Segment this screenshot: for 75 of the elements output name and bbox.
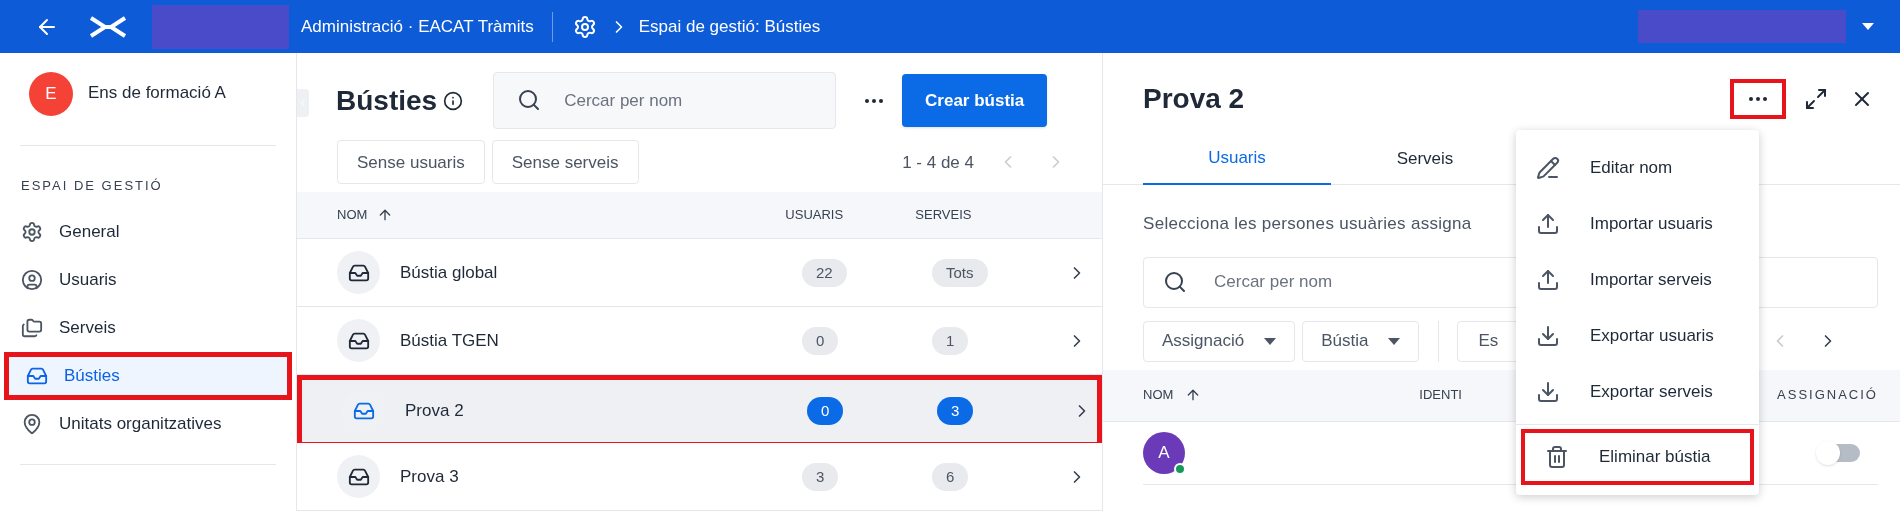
organization-avatar: E — [29, 72, 73, 116]
create-button[interactable]: Crear bústia — [902, 74, 1048, 127]
table-row[interactable]: Bústia global 22 Tots — [297, 239, 1102, 307]
breadcrumb: Espai de gestió: Bústies — [638, 15, 821, 38]
users-count-badge: 22 — [802, 258, 847, 287]
pagination-label: 1 - 4 de 4 — [902, 151, 974, 174]
users-count-badge: 0 — [807, 397, 844, 425]
column-header: SERVEIS — [915, 206, 972, 225]
menu-item[interactable]: Importar usuaris — [1516, 196, 1759, 252]
filter-button[interactable]: Sense usuaris — [337, 140, 485, 185]
users-count-badge: 0 — [802, 326, 839, 355]
download-icon — [1536, 380, 1560, 404]
more-button[interactable] — [1730, 78, 1786, 119]
app-title: Administració · EACAT Tràmits — [301, 15, 534, 38]
caret-icon — [1862, 23, 1874, 30]
logo-icon — [89, 15, 127, 38]
sidebar-item[interactable]: Bústies — [4, 351, 292, 400]
sidebar-item[interactable]: General — [4, 207, 292, 256]
sidebar-item[interactable]: Unitats organitzatives — [4, 399, 292, 448]
mailbox-name: Bústia TGEN — [400, 329, 500, 352]
services-count-badge: 6 — [932, 462, 969, 491]
mailbox-name: Prova 3 — [400, 465, 460, 488]
description: Selecciona les persones usuàries assigna — [1143, 213, 1472, 235]
tab[interactable]: Serveis — [1331, 132, 1519, 185]
more-icon — [1749, 96, 1767, 101]
menu-item[interactable]: Editar nom — [1516, 140, 1759, 196]
filter-button[interactable]: Sense serveis — [491, 140, 639, 185]
upload-icon — [1536, 212, 1560, 236]
folders-icon — [21, 316, 43, 339]
download-icon — [1536, 324, 1560, 348]
panel-title: Bústies — [336, 83, 438, 118]
menu-item[interactable]: Eliminar bústia — [1521, 429, 1754, 485]
mailbox-name: Bústia global — [400, 261, 499, 284]
search-field[interactable]: Cercar per nom — [493, 72, 837, 129]
column-header: IDENTI — [1419, 386, 1462, 405]
sidebar-item[interactable]: Usuaris — [4, 255, 292, 304]
services-count-badge: 1 — [932, 326, 969, 355]
sidebar-item[interactable]: Serveis — [4, 303, 292, 352]
section-title: ESPAI DE GESTIÓ — [21, 177, 164, 195]
mailbox-name: Prova 2 — [405, 400, 465, 423]
pencil-icon — [1536, 156, 1560, 180]
menu-item[interactable]: Exportar serveis — [1516, 364, 1759, 420]
caret-icon — [1264, 337, 1277, 345]
gear-icon — [21, 220, 43, 243]
table-row[interactable]: Prova 3 3 6 — [297, 443, 1102, 511]
upload-icon — [1536, 268, 1560, 292]
column-header[interactable]: NOM — [1143, 385, 1174, 405]
more-icon — [865, 98, 884, 103]
map-pin-icon — [21, 412, 43, 435]
table-row[interactable]: Prova 2 0 3 — [297, 375, 1102, 443]
services-count-badge: 3 — [937, 397, 974, 425]
gear-icon — [572, 14, 597, 39]
detail-title: Prova 2 — [1143, 81, 1245, 116]
column-header[interactable]: NOM — [337, 205, 368, 225]
services-count-badge: Tots — [932, 258, 988, 287]
mailbox-icon — [337, 455, 380, 498]
tab[interactable]: Usuaris — [1143, 132, 1331, 185]
search-icon — [517, 88, 542, 112]
users-count-badge: 3 — [802, 462, 839, 491]
organization-name: Ens de formació A — [88, 82, 226, 104]
search-icon — [1163, 269, 1187, 294]
filter-dropdown[interactable]: Assignació — [1143, 320, 1296, 362]
column-header: ASSIGNACIÓ — [1777, 386, 1878, 405]
column-header: USUARIS — [785, 206, 845, 225]
toggle-switch[interactable] — [1818, 443, 1860, 462]
mailbox-icon — [337, 251, 380, 294]
info-icon — [443, 90, 464, 111]
mailbox-icon — [337, 319, 380, 362]
filter-dropdown[interactable]: Bústia — [1302, 320, 1420, 362]
trash-icon — [1545, 445, 1569, 469]
user-avatar: A — [1143, 431, 1185, 474]
menu-item[interactable]: Exportar usuaris — [1516, 308, 1759, 364]
user-icon — [21, 268, 43, 291]
expand-icon — [1804, 86, 1828, 111]
caret-icon — [1388, 337, 1401, 345]
